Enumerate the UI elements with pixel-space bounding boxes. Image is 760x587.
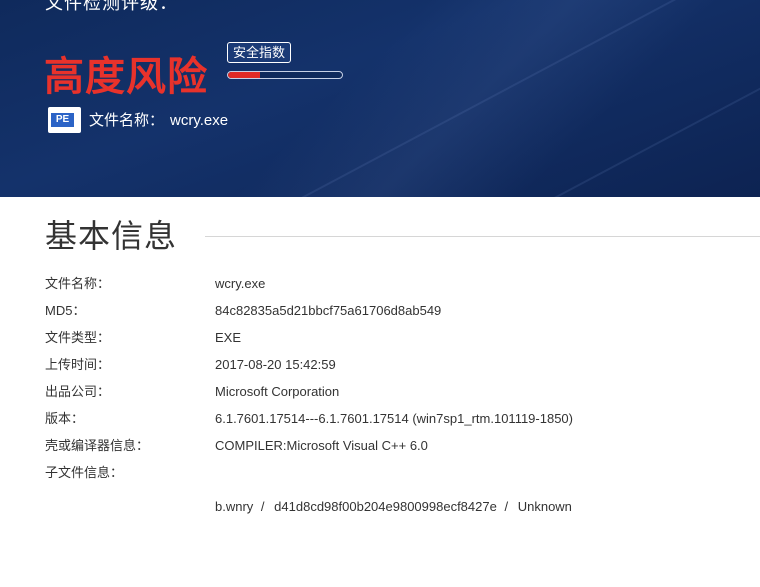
info-row-file-type: 文件类型： EXE (45, 328, 745, 355)
pe-file-icon-label: PE (51, 113, 74, 127)
info-row-upload-time: 上传时间： 2017-08-20 15:42:59 (45, 355, 745, 382)
info-row-filename: 文件名称： wcry.exe (45, 274, 745, 301)
banner-filename-label: 文件名称： (89, 112, 165, 129)
info-row-company: 出品公司： Microsoft Corporation (45, 382, 745, 409)
subfile-separator: / (504, 499, 509, 514)
info-value: 84c82835a5d21bbcf75a61706d8ab549 (215, 303, 442, 318)
info-key: 出品公司： (45, 384, 111, 399)
banner-filename-value: wcry.exe (170, 112, 229, 129)
section-divider (205, 236, 760, 237)
report-banner: 文件检测评级： 高度风险 安全指数 PE 文件名称： wcry.exe (0, 0, 760, 197)
rating-heading: 文件检测评级： (45, 0, 178, 13)
info-value: 6.1.7601.17514---6.1.7601.17514 (win7sp1… (215, 411, 573, 426)
safety-index-tag: 安全指数 (227, 42, 292, 63)
info-key: 版本： (45, 411, 85, 426)
subfile-name: b.wnry (215, 499, 254, 514)
subfile-entry: b.wnry / d41d8cd98f00b204e9800998ecf8427… (215, 497, 572, 517)
safety-index-fill (228, 72, 260, 78)
safety-index-bar (227, 71, 343, 79)
info-value: COMPILER:Microsoft Visual C++ 6.0 (215, 438, 428, 453)
banner-streak (132, 0, 760, 197)
subfile-status: Unknown (517, 499, 572, 514)
info-row-compiler: 壳或编译器信息： COMPILER:Microsoft Visual C++ 6… (45, 436, 745, 463)
info-key: 文件类型： (45, 330, 111, 345)
risk-level-text: 高度风险 (44, 55, 208, 99)
info-row-subfiles: 子文件信息： (45, 463, 745, 490)
info-key: 上传时间： (45, 357, 111, 372)
subfile-separator: / (260, 499, 265, 514)
info-key: 文件名称： (45, 276, 111, 291)
info-key: 壳或编译器信息： (45, 438, 150, 453)
info-row-version: 版本： 6.1.7601.17514---6.1.7601.17514 (win… (45, 409, 745, 436)
info-value: 2017-08-20 15:42:59 (215, 357, 336, 372)
banner-filename: 文件名称： wcry.exe (89, 111, 228, 131)
info-key: 子文件信息： (45, 465, 124, 480)
info-value: EXE (215, 330, 242, 345)
basic-info-table: 文件名称： wcry.exe MD5： 84c82835a5d21bbcf75a… (45, 274, 745, 490)
info-row-md5: MD5： 84c82835a5d21bbcf75a61706d8ab549 (45, 301, 745, 328)
section-title-basic-info: 基本信息 (45, 218, 178, 254)
pe-file-icon: PE (48, 107, 81, 133)
info-value: wcry.exe (215, 276, 266, 291)
info-key: MD5： (45, 303, 86, 318)
info-value: Microsoft Corporation (215, 384, 340, 399)
subfile-hash: d41d8cd98f00b204e9800998ecf8427e (274, 499, 497, 514)
